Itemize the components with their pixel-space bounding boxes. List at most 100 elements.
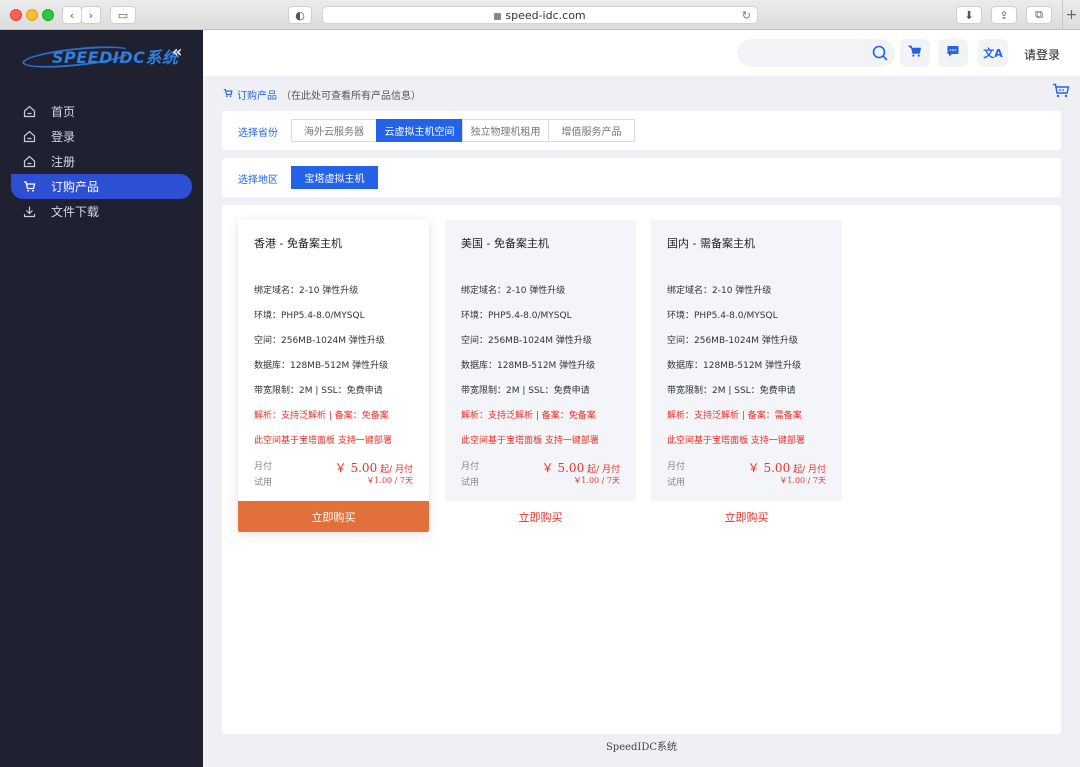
monthly-price-row: 月付 ￥ 5.00 起/ 月付 [461, 459, 620, 475]
trial-price: ￥1.00 / 7天 [779, 476, 826, 485]
trial-label: 试用 [461, 478, 480, 488]
tab-baota-hosting[interactable]: 宝塔虚拟主机 [291, 166, 378, 189]
monthly-label: 月付 [254, 462, 273, 472]
monthly-price: ￥ 5.00 [747, 461, 791, 475]
url-text: speed-idc.com [505, 8, 586, 22]
trial-price-row: 试用 ￥1.00 / 7天 [667, 475, 826, 488]
chevron-left-icon: ‹ [69, 8, 75, 22]
tab-dedicated-server[interactable]: 独立物理机租用 [462, 119, 549, 142]
trial-price: ￥1.00 / 7天 [573, 476, 620, 485]
spec-space: 空间：256MB-1024M 弹性升级 [461, 336, 592, 346]
product-specs: 绑定域名：2-10 弹性升级 环境：PHP5.4-8.0/MYSQL 空间：25… [667, 285, 805, 460]
spec-panel: 此空间基于宝塔面板 支持一键部署 [461, 436, 599, 446]
page-title: 订购产品 [237, 91, 277, 102]
category-selector: 选择省份 海外云服务器 云虚拟主机空间 独立物理机租用 增值服务产品 [222, 111, 1061, 150]
home-icon [23, 105, 36, 118]
sidebar: SPEEDIDC系统 « 首页 登录 注册 订购产品 文件下载 [0, 30, 203, 767]
spec-bandwidth: 带宽限制：2M | SSL：免费申请 [254, 386, 383, 396]
spec-space: 空间：256MB-1024M 弹性升级 [667, 336, 798, 346]
product-specs: 绑定域名：2-10 弹性升级 环境：PHP5.4-8.0/MYSQL 空间：25… [461, 285, 599, 460]
downloads-button[interactable]: ⬇ [956, 6, 982, 24]
chat-icon [946, 44, 960, 62]
lock-icon [494, 12, 502, 20]
logo[interactable]: SPEEDIDC系统 [21, 42, 178, 72]
monthly-price: ￥ 5.00 [541, 461, 585, 475]
share-button[interactable]: ⇪ [991, 6, 1017, 24]
sidebar-item-downloads[interactable]: 文件下载 [0, 199, 203, 224]
collapse-sidebar-icon[interactable]: « [172, 42, 182, 61]
zoom-window-button[interactable] [42, 9, 54, 21]
trial-price-row: 试用 ￥1.00 / 7天 [254, 475, 413, 488]
sidebar-toggle-button[interactable]: ▭ [110, 6, 136, 24]
home-icon [23, 155, 36, 168]
region-selector: 选择地区 宝塔虚拟主机 [222, 158, 1061, 197]
tabs-icon: ⧉ [1035, 8, 1043, 21]
sidebar-item-label: 登录 [51, 130, 76, 144]
plus-icon: + [1065, 7, 1078, 23]
language-button[interactable]: 文A [978, 39, 1008, 67]
logo-text: SPEEDIDC系统 [52, 48, 179, 67]
page-subtitle: （在此处可查看所有产品信息） [281, 91, 421, 102]
forward-button[interactable]: › [81, 6, 101, 24]
sidebar-menu: 首页 登录 注册 订购产品 文件下载 [0, 99, 203, 224]
footer-text: SpeedIDC系统 [605, 742, 678, 753]
sidebar-item-login[interactable]: 登录 [0, 124, 203, 149]
cart-icon [907, 44, 922, 62]
cart-icon [223, 88, 233, 101]
privacy-report-button[interactable]: ◐ [288, 6, 312, 24]
cart-icon [23, 180, 36, 193]
buy-now-button[interactable]: 立即购买 [238, 501, 429, 532]
spec-dns: 解析：支持泛解析 | 备案：需备案 [667, 411, 802, 421]
sidebar-item-label: 订购产品 [51, 180, 100, 194]
new-tab-button[interactable]: + [1062, 0, 1080, 30]
search-icon[interactable] [871, 44, 889, 62]
product-card: 香港 - 免备案主机 绑定域名：2-10 弹性升级 环境：PHP5.4-8.0/… [238, 220, 429, 532]
back-button[interactable]: ‹ [62, 6, 82, 24]
sidebar-item-order-products[interactable]: 订购产品 [11, 174, 192, 199]
spec-environment: 环境：PHP5.4-8.0/MYSQL [461, 311, 572, 321]
download-icon [23, 205, 36, 218]
buy-now-button[interactable]: 立即购买 [651, 501, 842, 532]
cart-button[interactable] [900, 39, 930, 67]
spec-domains: 绑定域名：2-10 弹性升级 [667, 286, 772, 296]
region-tabs: 宝塔虚拟主机 [291, 166, 378, 189]
basket-icon[interactable] [1052, 83, 1070, 99]
download-icon: ⬇ [964, 8, 974, 22]
tab-value-added[interactable]: 增值服务产品 [548, 119, 635, 142]
tab-virtual-hosting[interactable]: 云虚拟主机空间 [376, 119, 463, 142]
monthly-label: 月付 [461, 462, 480, 472]
buy-now-button[interactable]: 立即购买 [445, 501, 636, 532]
spec-domains: 绑定域名：2-10 弹性升级 [254, 286, 359, 296]
shield-icon: ◐ [295, 8, 305, 22]
close-window-button[interactable] [10, 9, 22, 21]
trial-price-row: 试用 ￥1.00 / 7天 [461, 475, 620, 488]
monthly-suffix: 起/ 月付 [587, 465, 620, 475]
spec-database: 数据库：128MB-512M 弹性升级 [461, 361, 596, 371]
translate-icon: 文A [983, 47, 1003, 60]
tab-overseas-cloud[interactable]: 海外云服务器 [291, 119, 377, 142]
spec-dns: 解析：支持泛解析 | 备案：免备案 [254, 411, 389, 421]
category-label: 选择省份 [238, 128, 278, 139]
tabs-overview-button[interactable]: ⧉ [1026, 6, 1052, 24]
sidebar-item-label: 注册 [51, 155, 76, 169]
sidebar-item-register[interactable]: 注册 [0, 149, 203, 174]
trial-label: 试用 [254, 478, 273, 488]
reload-icon[interactable]: ↻ [742, 9, 751, 22]
sidebar-item-label: 首页 [51, 105, 76, 119]
spec-database: 数据库：128MB-512M 弹性升级 [254, 361, 389, 371]
product-title: 国内 - 需备案主机 [667, 237, 755, 250]
product-title: 美国 - 免备案主机 [461, 237, 549, 250]
browser-toolbar: ‹ › ▭ ◐ speed-idc.com ↻ ⬇ ⇪ ⧉ + [0, 0, 1080, 30]
category-tabs: 海外云服务器 云虚拟主机空间 独立物理机租用 增值服务产品 [291, 119, 635, 142]
product-specs: 绑定域名：2-10 弹性升级 环境：PHP5.4-8.0/MYSQL 空间：25… [254, 285, 392, 460]
address-bar[interactable]: speed-idc.com ↻ [322, 6, 758, 24]
sidebar-item-home[interactable]: 首页 [0, 99, 203, 124]
search-input[interactable] [737, 39, 895, 67]
messages-button[interactable] [938, 39, 968, 67]
monthly-suffix: 起/ 月付 [380, 465, 413, 475]
product-title: 香港 - 免备案主机 [254, 237, 342, 250]
minimize-window-button[interactable] [26, 9, 38, 21]
chevron-right-icon: › [88, 8, 94, 22]
login-link[interactable]: 请登录 [1024, 46, 1060, 63]
product-card: 国内 - 需备案主机 绑定域名：2-10 弹性升级 环境：PHP5.4-8.0/… [651, 220, 842, 532]
